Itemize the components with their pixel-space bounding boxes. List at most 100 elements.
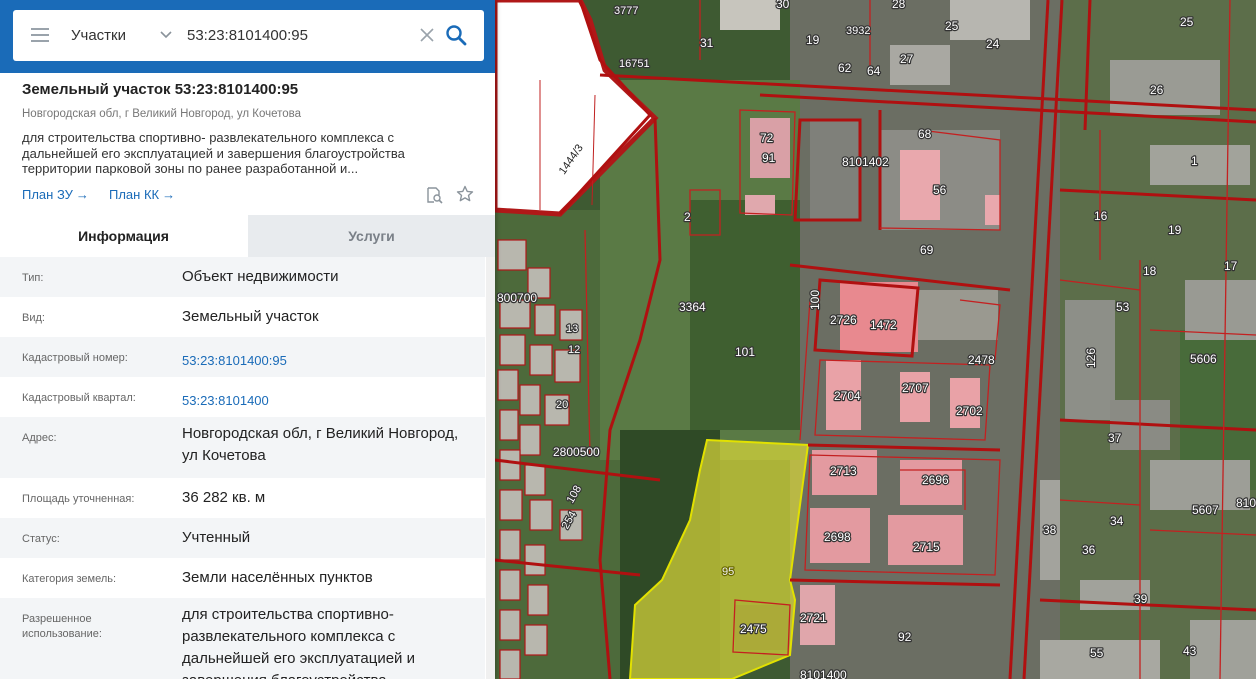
map-label: 25 xyxy=(945,19,959,33)
map-label: 810 xyxy=(1236,496,1256,510)
map-label: 8101402 xyxy=(842,155,889,169)
chevron-down-icon[interactable] xyxy=(159,27,173,41)
arrow-right-icon: → xyxy=(75,187,89,202)
property-key: Кадастровый номер: xyxy=(22,352,128,364)
map-label: 91 xyxy=(762,151,776,165)
map-label: 55 xyxy=(1090,646,1104,660)
map-label: 38 xyxy=(1043,523,1057,537)
property-key: Кадастровый квартал: xyxy=(22,392,136,404)
map-label: 2702 xyxy=(956,404,983,418)
map-label: 101 xyxy=(735,345,755,359)
map-label: 12 xyxy=(568,344,580,356)
arrow-right-icon: → xyxy=(162,187,176,202)
property-key: Тип: xyxy=(22,272,44,284)
map-label: 3932 xyxy=(846,25,870,37)
close-icon[interactable] xyxy=(418,26,436,44)
property-value: Земли населённых пунктов xyxy=(182,569,373,586)
cadastral-number-link[interactable]: 53:23:8101400:95 xyxy=(182,350,472,372)
map-label: 3364 xyxy=(679,300,706,314)
map-label: 2698 xyxy=(824,530,851,544)
map-label: 34 xyxy=(1110,514,1124,528)
map-label: 36 xyxy=(1082,543,1096,557)
property-key: Площадь уточненная: xyxy=(22,493,135,505)
map-label: 68 xyxy=(918,127,932,141)
map-label: 20 xyxy=(556,399,568,411)
tab-information[interactable]: Информация xyxy=(0,215,247,257)
map-label: 2696 xyxy=(922,473,949,487)
property-key: Статус: xyxy=(22,533,60,545)
search-input[interactable] xyxy=(187,22,412,48)
property-row: Вид: Земельный участок xyxy=(0,297,485,337)
info-panel: Участки Земельный участок 53:23:8101400:… xyxy=(0,0,495,679)
plan-kk-link[interactable]: План КК → xyxy=(109,187,175,202)
property-value: Земельный участок xyxy=(182,308,319,325)
map-label: 2715 xyxy=(913,540,940,554)
map-label: 27 xyxy=(900,52,914,66)
map-label: 2 xyxy=(684,210,691,224)
search-box: Участки xyxy=(13,10,484,61)
search-icon[interactable] xyxy=(445,24,467,46)
map-label: 19 xyxy=(806,33,820,47)
map-label: 5607 xyxy=(1192,503,1219,517)
plan-zu-link[interactable]: План ЗУ → xyxy=(22,187,89,202)
property-row: Кадастровый квартал: 53:23:8101400 xyxy=(0,377,485,417)
layer-select[interactable]: Участки xyxy=(71,27,126,44)
property-value: Новгородская обл, г Великий Новгород, ул… xyxy=(182,425,459,464)
map-label: 2704 xyxy=(834,389,861,403)
map-label: 26 xyxy=(1150,83,1164,97)
star-icon[interactable] xyxy=(456,185,474,203)
plan-zu-label: План ЗУ xyxy=(22,187,73,202)
map-label: 8101400 xyxy=(800,668,847,679)
map-label: 13 xyxy=(566,323,578,335)
map-label: 69 xyxy=(920,243,934,257)
property-row: Адрес: Новгородская обл, г Великий Новго… xyxy=(0,417,485,478)
property-value: 36 282 кв. м xyxy=(182,489,266,506)
property-row: Тип: Объект недвижимости xyxy=(0,257,485,297)
tab-bar: Информация Услуги xyxy=(0,215,495,257)
map-label: 43 xyxy=(1183,644,1197,658)
property-row: Разрешенное использование: для строитель… xyxy=(0,598,485,679)
map-label: 30 xyxy=(776,0,790,11)
property-key: Вид: xyxy=(22,312,45,324)
map-label: 2713 xyxy=(830,464,857,478)
property-value: Объект недвижимости xyxy=(182,268,339,285)
map-label: 18 xyxy=(1143,264,1157,278)
scrollbar[interactable] xyxy=(486,257,495,679)
map-label: 2475 xyxy=(740,622,767,636)
property-table: Тип: Объект недвижимости Вид: Земельный … xyxy=(0,257,485,679)
property-row: Площадь уточненная: 36 282 кв. м xyxy=(0,478,485,518)
map-label: 56 xyxy=(933,183,947,197)
map-label: 3777 xyxy=(614,5,638,17)
map-label: 2800500 xyxy=(553,445,600,459)
map-label: 39 xyxy=(1134,592,1148,606)
parcel-address: Новгородская обл, г Великий Новгород, ул… xyxy=(22,108,302,120)
document-search-icon[interactable] xyxy=(425,186,443,204)
map-label: 64 xyxy=(867,64,881,78)
plan-kk-label: План КК xyxy=(109,187,160,202)
map-label: 5606 xyxy=(1190,352,1217,366)
map-label: 2707 xyxy=(902,381,929,395)
property-key: Категория земель: xyxy=(22,573,117,585)
property-key: Разрешенное использование: xyxy=(22,613,102,640)
property-row: Категория земель: Земли населённых пункт… xyxy=(0,558,485,598)
map-label: 16751 xyxy=(619,58,650,70)
map-label: 37 xyxy=(1108,431,1122,445)
parcel-description: для строительства спортивно- развлекател… xyxy=(22,130,405,176)
map-label: 126 xyxy=(1084,348,1098,368)
map-label: 53 xyxy=(1116,300,1130,314)
property-key: Адрес: xyxy=(22,432,57,444)
menu-icon[interactable] xyxy=(31,28,49,42)
property-value: для строительства спортивно-развлекатель… xyxy=(182,606,415,679)
map-label: 24 xyxy=(986,37,1000,51)
map-label: 2726 xyxy=(830,313,857,327)
map-label: 62 xyxy=(838,61,852,75)
tab-services[interactable]: Услуги xyxy=(248,215,495,257)
map-label: 2721 xyxy=(800,611,827,625)
map-label: 1 xyxy=(1191,154,1198,168)
map-label: 25 xyxy=(1180,15,1194,29)
map-label: 2478 xyxy=(968,353,995,367)
map-label: 19 xyxy=(1168,223,1182,237)
map-label: 72 xyxy=(760,131,774,145)
map-label: 31 xyxy=(700,36,714,50)
cadastral-quarter-link[interactable]: 53:23:8101400 xyxy=(182,390,472,412)
